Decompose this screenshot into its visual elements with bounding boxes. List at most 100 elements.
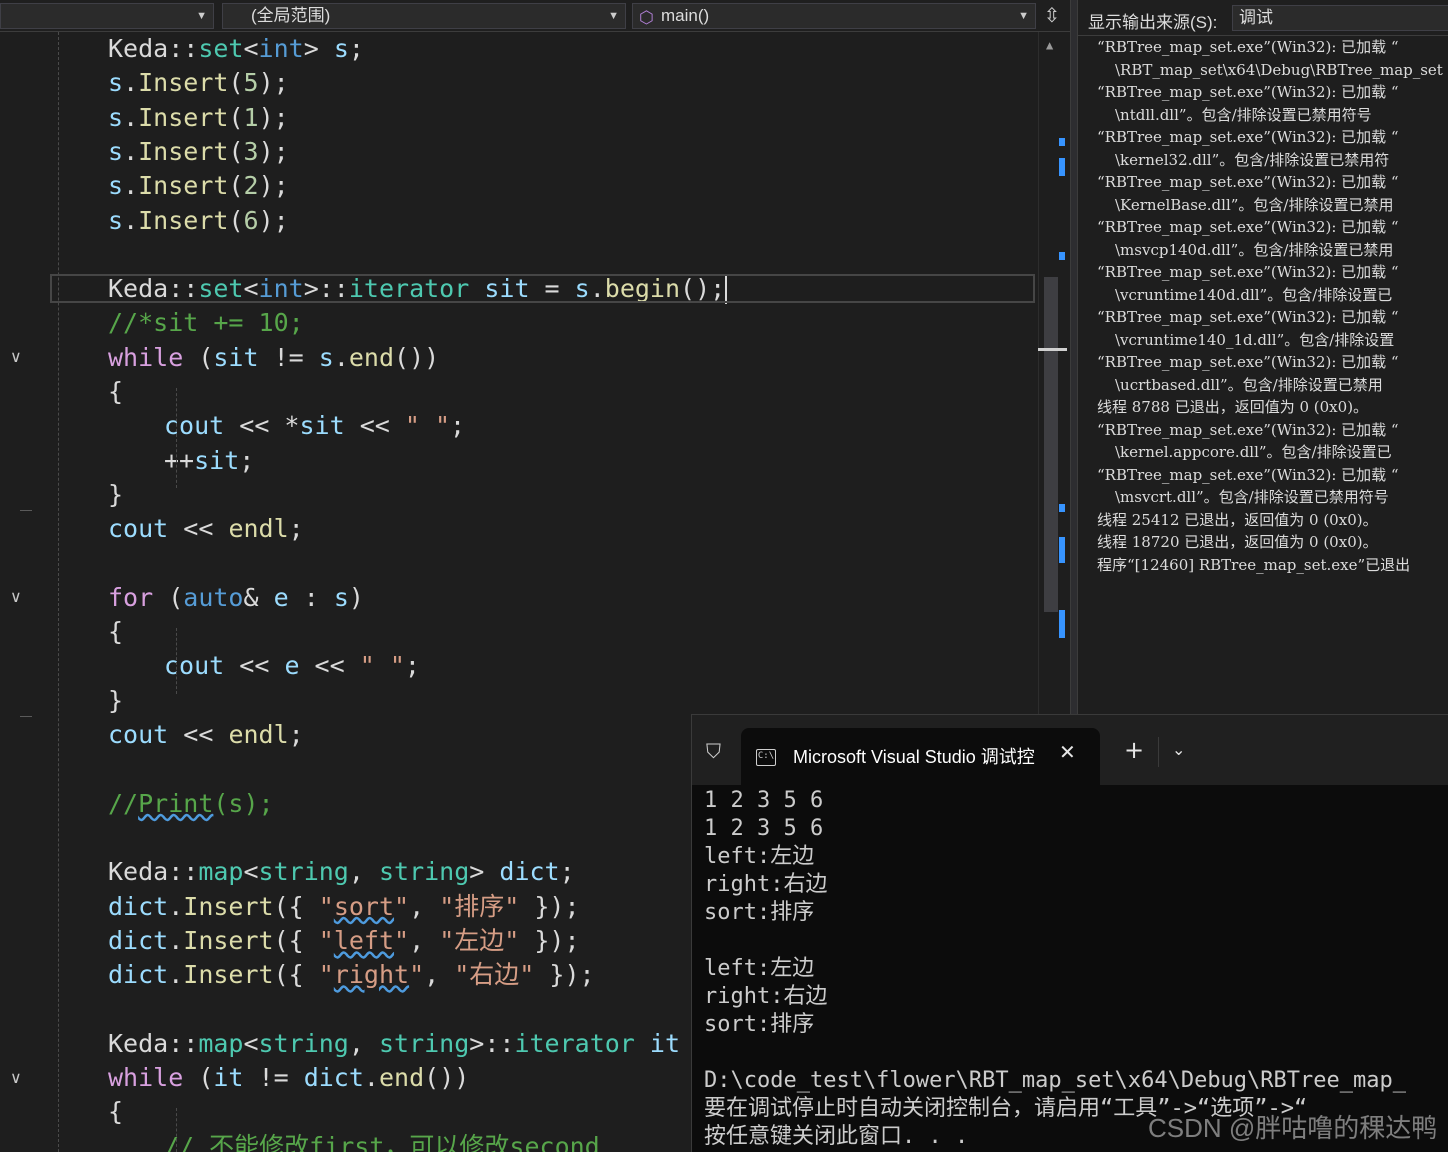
- console-tab[interactable]: C:\ Microsoft Visual Studio 调试控 ✕: [741, 728, 1100, 786]
- code-token: ;: [288, 720, 304, 749]
- code-token: ": [394, 925, 410, 955]
- code-token: right: [333, 960, 410, 990]
- output-line: “RBTree_map_set.exe”(Win32): 已加载 “: [1097, 38, 1399, 56]
- code-line[interactable]: {: [108, 375, 123, 409]
- code-line[interactable]: dict.Insert({ "right", "右边" });: [108, 958, 595, 992]
- console-output: 1 2 3 5 6 1 2 3 5 6 left:左边 right:右边 sort:排序…: [704, 787, 1448, 1151]
- chevron-down-icon[interactable]: ∨: [10, 347, 22, 366]
- new-tab-button[interactable]: +: [1124, 735, 1144, 765]
- code-token: ;: [404, 651, 420, 681]
- code-token: (: [228, 171, 244, 201]
- code-token: <<: [224, 651, 285, 681]
- code-line[interactable]: ++sit;: [164, 444, 254, 478]
- code-token: .: [123, 205, 139, 235]
- code-line[interactable]: while (sit != s.end()): [108, 341, 439, 375]
- code-token: :: [288, 582, 334, 612]
- code-token: string: [258, 857, 349, 887]
- code-token: sit: [213, 342, 259, 372]
- code-line[interactable]: cout << e << " ";: [164, 649, 420, 683]
- indent-guide: [58, 32, 59, 1152]
- code-line[interactable]: cout << *sit << " ";: [164, 409, 465, 443]
- dropdown-arrow-icon: ▼: [1018, 10, 1029, 22]
- code-token: << *: [224, 411, 300, 441]
- code-token: .: [123, 136, 139, 166]
- code-line[interactable]: // 不能修改first，可以修改second: [164, 1130, 600, 1152]
- code-line[interactable]: Keda::set<int> s;: [108, 32, 364, 66]
- code-token: ,: [424, 960, 455, 990]
- code-token: .: [123, 68, 139, 98]
- scrollbar-thumb[interactable]: [1044, 277, 1058, 612]
- code-token: left: [333, 925, 395, 955]
- code-token: //*sit += 10;: [108, 308, 304, 338]
- code-line[interactable]: s.Insert(5);: [108, 66, 289, 100]
- code-token: dict: [303, 1063, 364, 1092]
- close-icon[interactable]: ✕: [1059, 740, 1076, 764]
- code-token: Insert: [138, 171, 229, 201]
- code-line[interactable]: dict.Insert({ "left", "左边" });: [108, 924, 580, 958]
- code-line[interactable]: s.Insert(6);: [108, 204, 289, 238]
- fold-end-marker: [20, 716, 32, 717]
- code-token: dict: [108, 891, 169, 921]
- project-scope-dropdown[interactable]: ▼: [0, 3, 214, 29]
- code-line[interactable]: Keda::map<string, string> dict;: [108, 855, 575, 889]
- code-line[interactable]: }: [108, 478, 123, 512]
- code-line[interactable]: s.Insert(3);: [108, 135, 289, 169]
- output-source-dropdown[interactable]: 调试: [1232, 5, 1448, 31]
- code-line[interactable]: //Print(s);: [108, 787, 274, 821]
- indent-guide: [176, 1108, 177, 1152]
- output-line: “RBTree_map_set.exe”(Win32): 已加载 “: [1097, 173, 1399, 191]
- output-line: “RBTree_map_set.exe”(Win32): 已加载 “: [1097, 308, 1399, 326]
- output-line: “RBTree_map_set.exe”(Win32): 已加载 “: [1097, 465, 1399, 484]
- output-panel[interactable]: “RBTree_map_set.exe”(Win32): 已加载 “ \RBT_m…: [1078, 36, 1448, 716]
- code-token: ;: [288, 514, 304, 544]
- code-token: 2: [243, 171, 259, 201]
- console-line: sort:排序: [704, 900, 815, 925]
- console-line: right:右边: [704, 872, 828, 897]
- output-line: “RBTree_map_set.exe”(Win32): 已加载 “: [1097, 353, 1399, 371]
- scroll-up-icon[interactable]: ▲: [1046, 38, 1053, 52]
- code-token: }: [108, 479, 124, 509]
- code-line[interactable]: for (auto& e : s): [108, 581, 364, 615]
- output-panel-header: 显示输出来源(S): 调试: [1078, 0, 1448, 36]
- output-line: “RBTree_map_set.exe”(Win32): 已加载 “: [1097, 128, 1399, 146]
- code-line[interactable]: dict.Insert({ "sort", "排序" });: [108, 890, 580, 924]
- code-token: " ": [404, 411, 451, 441]
- code-line[interactable]: {: [108, 1095, 123, 1129]
- code-line[interactable]: s.Insert(1);: [108, 101, 289, 135]
- change-marker: [1059, 158, 1065, 176]
- code-line[interactable]: while (it != dict.end()): [108, 1061, 469, 1095]
- scope-dropdown[interactable]: (全局范围) ▼: [222, 3, 626, 29]
- code-token: cout: [108, 720, 169, 749]
- code-line[interactable]: s.Insert(2);: [108, 169, 289, 203]
- code-token: s: [318, 342, 334, 372]
- code-line[interactable]: cout << endl;: [108, 718, 304, 752]
- code-token: (: [183, 1063, 214, 1092]
- chevron-down-icon[interactable]: ⌄: [1172, 737, 1185, 763]
- code-token: Insert: [138, 205, 229, 235]
- chevron-down-icon[interactable]: ∨: [10, 1068, 22, 1087]
- code-token: <: [243, 857, 259, 887]
- code-token: Print: [138, 788, 214, 818]
- code-token: .: [123, 102, 139, 132]
- split-editor-button[interactable]: ⇳: [1040, 3, 1064, 29]
- code-token: Insert: [138, 68, 229, 98]
- code-line[interactable]: {: [108, 615, 123, 649]
- code-line[interactable]: Keda::map<string, string>::iterator it =…: [108, 1027, 740, 1061]
- code-line[interactable]: }: [108, 684, 123, 718]
- code-token: dict: [108, 960, 169, 990]
- code-token: ::: [168, 34, 199, 63]
- code-token: });: [519, 925, 580, 955]
- code-token: dict: [108, 925, 169, 955]
- chevron-down-icon[interactable]: ∨: [10, 587, 22, 606]
- member-dropdown[interactable]: ⬡ main() ▼: [632, 3, 1036, 29]
- code-token: ::: [168, 1028, 199, 1058]
- output-line: \kernel32.dll”。包含/排除设置已禁用符: [1115, 150, 1390, 169]
- code-line[interactable]: cout << endl;: [108, 512, 304, 546]
- output-source-label: 显示输出来源(S):: [1088, 13, 1218, 32]
- code-line[interactable]: //*sit += 10;: [108, 306, 304, 340]
- code-token: });: [534, 960, 595, 990]
- code-token: while: [108, 342, 184, 372]
- output-line: \msvcp140d.dll”。包含/排除设置已禁用: [1115, 240, 1394, 259]
- debug-console-window[interactable]: ⛉ C:\ Microsoft Visual Studio 调试控 ✕ + ⌄ …: [691, 714, 1448, 1152]
